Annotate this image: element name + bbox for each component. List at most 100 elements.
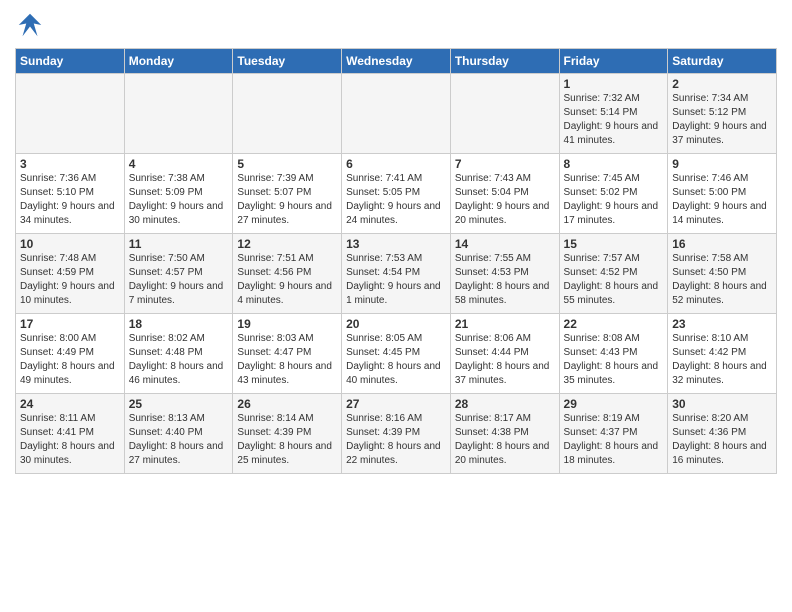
week-row-2: 3Sunrise: 7:36 AM Sunset: 5:10 PM Daylig…	[16, 154, 777, 234]
day-number: 29	[564, 397, 664, 411]
day-number: 14	[455, 237, 555, 251]
day-cell: 15Sunrise: 7:57 AM Sunset: 4:52 PM Dayli…	[559, 234, 668, 314]
day-number: 21	[455, 317, 555, 331]
day-number: 15	[564, 237, 664, 251]
day-info: Sunrise: 7:32 AM Sunset: 5:14 PM Dayligh…	[564, 92, 664, 148]
day-number: 2	[672, 77, 772, 91]
day-info: Sunrise: 8:06 AM Sunset: 4:44 PM Dayligh…	[455, 332, 555, 388]
col-header-monday: Monday	[124, 49, 233, 74]
day-info: Sunrise: 7:51 AM Sunset: 4:56 PM Dayligh…	[237, 252, 337, 308]
day-cell: 14Sunrise: 7:55 AM Sunset: 4:53 PM Dayli…	[450, 234, 559, 314]
page-container: SundayMondayTuesdayWednesdayThursdayFrid…	[0, 0, 792, 484]
col-header-thursday: Thursday	[450, 49, 559, 74]
day-cell: 19Sunrise: 8:03 AM Sunset: 4:47 PM Dayli…	[233, 314, 342, 394]
day-info: Sunrise: 8:17 AM Sunset: 4:38 PM Dayligh…	[455, 412, 555, 468]
week-row-1: 1Sunrise: 7:32 AM Sunset: 5:14 PM Daylig…	[16, 74, 777, 154]
day-info: Sunrise: 7:39 AM Sunset: 5:07 PM Dayligh…	[237, 172, 337, 228]
day-number: 9	[672, 157, 772, 171]
day-info: Sunrise: 8:14 AM Sunset: 4:39 PM Dayligh…	[237, 412, 337, 468]
day-cell: 23Sunrise: 8:10 AM Sunset: 4:42 PM Dayli…	[668, 314, 777, 394]
page-header	[15, 10, 777, 40]
day-number: 4	[129, 157, 229, 171]
day-info: Sunrise: 7:53 AM Sunset: 4:54 PM Dayligh…	[346, 252, 446, 308]
day-info: Sunrise: 7:36 AM Sunset: 5:10 PM Dayligh…	[20, 172, 120, 228]
day-cell: 13Sunrise: 7:53 AM Sunset: 4:54 PM Dayli…	[342, 234, 451, 314]
week-row-4: 17Sunrise: 8:00 AM Sunset: 4:49 PM Dayli…	[16, 314, 777, 394]
day-number: 17	[20, 317, 120, 331]
logo-bird-icon	[15, 10, 45, 40]
day-number: 1	[564, 77, 664, 91]
day-number: 10	[20, 237, 120, 251]
day-info: Sunrise: 7:57 AM Sunset: 4:52 PM Dayligh…	[564, 252, 664, 308]
day-number: 11	[129, 237, 229, 251]
day-info: Sunrise: 8:20 AM Sunset: 4:36 PM Dayligh…	[672, 412, 772, 468]
day-cell: 24Sunrise: 8:11 AM Sunset: 4:41 PM Dayli…	[16, 394, 125, 474]
day-info: Sunrise: 8:02 AM Sunset: 4:48 PM Dayligh…	[129, 332, 229, 388]
day-info: Sunrise: 7:43 AM Sunset: 5:04 PM Dayligh…	[455, 172, 555, 228]
col-header-saturday: Saturday	[668, 49, 777, 74]
day-cell: 21Sunrise: 8:06 AM Sunset: 4:44 PM Dayli…	[450, 314, 559, 394]
day-info: Sunrise: 7:58 AM Sunset: 4:50 PM Dayligh…	[672, 252, 772, 308]
week-row-3: 10Sunrise: 7:48 AM Sunset: 4:59 PM Dayli…	[16, 234, 777, 314]
day-cell: 28Sunrise: 8:17 AM Sunset: 4:38 PM Dayli…	[450, 394, 559, 474]
day-cell: 17Sunrise: 8:00 AM Sunset: 4:49 PM Dayli…	[16, 314, 125, 394]
day-cell	[450, 74, 559, 154]
day-info: Sunrise: 7:38 AM Sunset: 5:09 PM Dayligh…	[129, 172, 229, 228]
day-number: 25	[129, 397, 229, 411]
day-info: Sunrise: 8:16 AM Sunset: 4:39 PM Dayligh…	[346, 412, 446, 468]
day-number: 3	[20, 157, 120, 171]
logo	[15, 10, 49, 40]
day-cell: 16Sunrise: 7:58 AM Sunset: 4:50 PM Dayli…	[668, 234, 777, 314]
day-cell: 30Sunrise: 8:20 AM Sunset: 4:36 PM Dayli…	[668, 394, 777, 474]
day-cell	[233, 74, 342, 154]
day-info: Sunrise: 7:45 AM Sunset: 5:02 PM Dayligh…	[564, 172, 664, 228]
day-number: 28	[455, 397, 555, 411]
day-info: Sunrise: 7:48 AM Sunset: 4:59 PM Dayligh…	[20, 252, 120, 308]
day-number: 6	[346, 157, 446, 171]
day-number: 18	[129, 317, 229, 331]
day-number: 5	[237, 157, 337, 171]
day-info: Sunrise: 8:11 AM Sunset: 4:41 PM Dayligh…	[20, 412, 120, 468]
day-number: 8	[564, 157, 664, 171]
day-cell: 1Sunrise: 7:32 AM Sunset: 5:14 PM Daylig…	[559, 74, 668, 154]
day-cell: 7Sunrise: 7:43 AM Sunset: 5:04 PM Daylig…	[450, 154, 559, 234]
day-cell: 20Sunrise: 8:05 AM Sunset: 4:45 PM Dayli…	[342, 314, 451, 394]
day-number: 12	[237, 237, 337, 251]
calendar-header-row: SundayMondayTuesdayWednesdayThursdayFrid…	[16, 49, 777, 74]
day-info: Sunrise: 7:34 AM Sunset: 5:12 PM Dayligh…	[672, 92, 772, 148]
day-number: 7	[455, 157, 555, 171]
day-cell: 18Sunrise: 8:02 AM Sunset: 4:48 PM Dayli…	[124, 314, 233, 394]
day-cell: 22Sunrise: 8:08 AM Sunset: 4:43 PM Dayli…	[559, 314, 668, 394]
day-info: Sunrise: 7:41 AM Sunset: 5:05 PM Dayligh…	[346, 172, 446, 228]
day-cell: 8Sunrise: 7:45 AM Sunset: 5:02 PM Daylig…	[559, 154, 668, 234]
day-info: Sunrise: 8:08 AM Sunset: 4:43 PM Dayligh…	[564, 332, 664, 388]
day-cell: 12Sunrise: 7:51 AM Sunset: 4:56 PM Dayli…	[233, 234, 342, 314]
day-number: 16	[672, 237, 772, 251]
day-number: 22	[564, 317, 664, 331]
calendar-table: SundayMondayTuesdayWednesdayThursdayFrid…	[15, 48, 777, 474]
day-cell: 5Sunrise: 7:39 AM Sunset: 5:07 PM Daylig…	[233, 154, 342, 234]
day-cell: 3Sunrise: 7:36 AM Sunset: 5:10 PM Daylig…	[16, 154, 125, 234]
day-number: 13	[346, 237, 446, 251]
day-cell: 9Sunrise: 7:46 AM Sunset: 5:00 PM Daylig…	[668, 154, 777, 234]
day-cell	[342, 74, 451, 154]
day-cell	[124, 74, 233, 154]
col-header-tuesday: Tuesday	[233, 49, 342, 74]
day-cell: 25Sunrise: 8:13 AM Sunset: 4:40 PM Dayli…	[124, 394, 233, 474]
day-info: Sunrise: 7:55 AM Sunset: 4:53 PM Dayligh…	[455, 252, 555, 308]
day-cell	[16, 74, 125, 154]
col-header-sunday: Sunday	[16, 49, 125, 74]
day-cell: 26Sunrise: 8:14 AM Sunset: 4:39 PM Dayli…	[233, 394, 342, 474]
day-number: 24	[20, 397, 120, 411]
day-info: Sunrise: 7:46 AM Sunset: 5:00 PM Dayligh…	[672, 172, 772, 228]
day-cell: 10Sunrise: 7:48 AM Sunset: 4:59 PM Dayli…	[16, 234, 125, 314]
day-info: Sunrise: 8:10 AM Sunset: 4:42 PM Dayligh…	[672, 332, 772, 388]
day-cell: 4Sunrise: 7:38 AM Sunset: 5:09 PM Daylig…	[124, 154, 233, 234]
day-number: 27	[346, 397, 446, 411]
day-cell: 6Sunrise: 7:41 AM Sunset: 5:05 PM Daylig…	[342, 154, 451, 234]
day-number: 19	[237, 317, 337, 331]
day-number: 26	[237, 397, 337, 411]
day-info: Sunrise: 8:03 AM Sunset: 4:47 PM Dayligh…	[237, 332, 337, 388]
day-info: Sunrise: 8:05 AM Sunset: 4:45 PM Dayligh…	[346, 332, 446, 388]
day-cell: 11Sunrise: 7:50 AM Sunset: 4:57 PM Dayli…	[124, 234, 233, 314]
